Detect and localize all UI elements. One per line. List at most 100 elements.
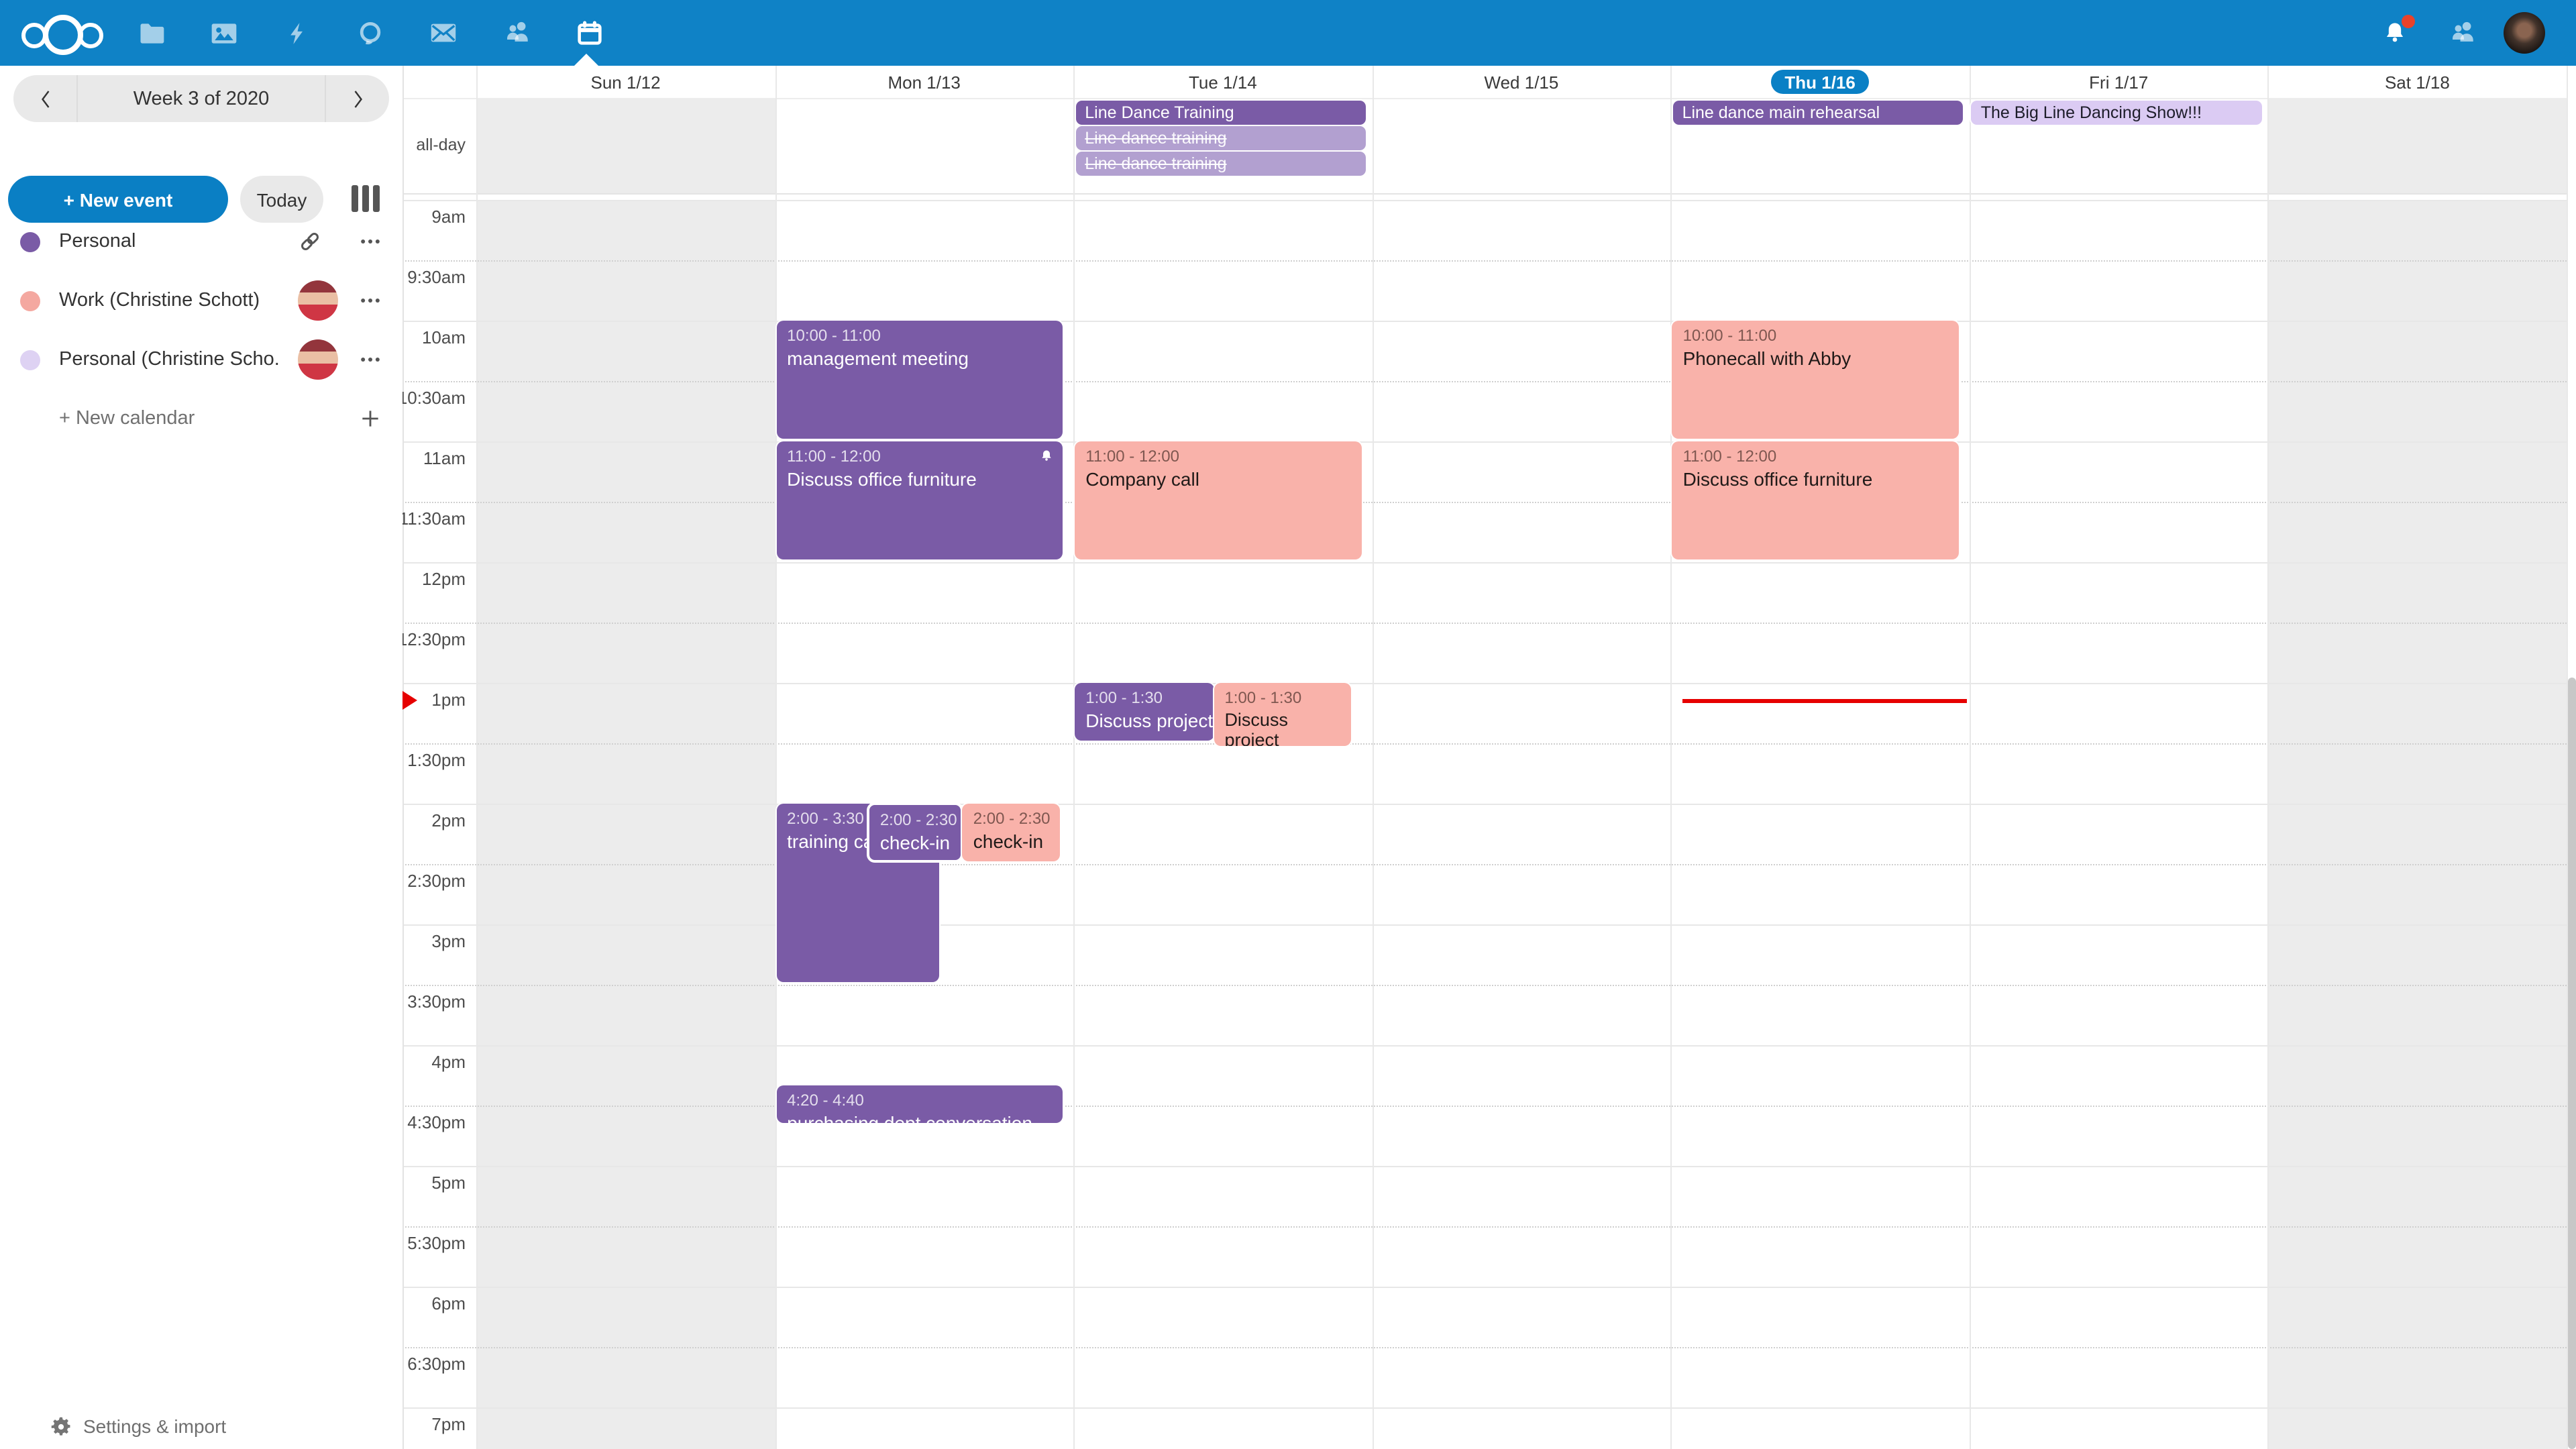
event-title: Discuss project announcement xyxy=(1085,710,1203,732)
allday-event[interactable]: Line Dance Training xyxy=(1075,101,1366,125)
grid-hour-line xyxy=(402,1407,2567,1409)
nextcloud-logo[interactable] xyxy=(21,13,99,52)
grid-hour-line xyxy=(402,200,2567,201)
event[interactable]: 1:00 - 1:30Discuss project announcement xyxy=(1214,683,1351,746)
grid-hour-line xyxy=(402,864,2567,865)
day-header-separator xyxy=(402,98,2567,99)
day-header-sun[interactable]: Sun 1/12 xyxy=(476,66,775,98)
calendar-name: Work (Christine Schott) xyxy=(59,271,260,330)
day-header-thu[interactable]: Thu 1/16 xyxy=(1671,66,1970,98)
event[interactable]: 2:00 - 2:30check-in xyxy=(963,804,1060,861)
share-link-icon[interactable] xyxy=(297,228,323,262)
grid-hour-line xyxy=(402,1226,2567,1228)
event-time: 11:00 - 12:00 xyxy=(787,447,1052,467)
event-title: management meeting xyxy=(787,347,1052,370)
logo-circle-right xyxy=(78,23,103,48)
top-bar xyxy=(0,0,2576,66)
event-title: check-in xyxy=(880,832,951,854)
event-title: Discuss office furniture xyxy=(787,468,1052,490)
event-time: 2:00 - 2:30 xyxy=(973,809,1049,829)
grid-hour-line xyxy=(402,562,2567,564)
day-column-divider xyxy=(1970,66,1971,1449)
calendar-name: Personal (Christine Scho... xyxy=(59,330,280,389)
event[interactable]: 11:00 - 12:00Company call xyxy=(1075,441,1361,559)
photos-app-icon[interactable] xyxy=(207,0,242,66)
grid-hour-line xyxy=(402,985,2567,986)
new-calendar-label: + New calendar xyxy=(59,389,195,448)
allday-event[interactable]: The Big Line Dancing Show!!! xyxy=(1972,101,2262,125)
grid-hour-line xyxy=(402,1106,2567,1107)
new-calendar-button[interactable]: + New calendar xyxy=(0,389,402,448)
previous-week-button[interactable] xyxy=(13,75,76,122)
files-app-icon[interactable] xyxy=(134,0,169,66)
grid-hour-line xyxy=(402,441,2567,443)
event-time: 10:00 - 11:00 xyxy=(787,326,1052,346)
event[interactable]: 4:20 - 4:40purchasing dept conversation xyxy=(776,1085,1063,1123)
week-view-toggle-icon[interactable] xyxy=(352,185,380,212)
event-title: purchasing dept conversation xyxy=(787,1112,1052,1123)
day-header-fri[interactable]: Fri 1/17 xyxy=(1970,66,2268,98)
week-navigation: Week 3 of 2020 xyxy=(13,75,389,122)
plus-icon[interactable] xyxy=(354,404,386,433)
event[interactable]: 10:00 - 11:00management meeting xyxy=(776,321,1063,439)
contacts-app-icon[interactable] xyxy=(499,0,534,66)
grid-hour-line xyxy=(402,683,2567,684)
allday-event[interactable]: Line dance training xyxy=(1075,126,1366,150)
calendar-menu-button[interactable] xyxy=(354,227,386,256)
activity-app-icon[interactable] xyxy=(280,0,315,66)
logo-circle-center xyxy=(43,15,83,55)
allday-event[interactable]: Line dance main rehearsal xyxy=(1673,101,1964,125)
event-title: Discuss office furniture xyxy=(1683,468,1948,490)
notifications-bell-icon[interactable] xyxy=(2377,0,2412,66)
week-label[interactable]: Week 3 of 2020 xyxy=(76,75,326,122)
event[interactable]: 10:00 - 11:00Phonecall with Abby xyxy=(1672,321,1959,439)
event[interactable]: 11:00 - 12:00Discuss office furniture xyxy=(1672,441,1959,559)
scrollbar-thumb[interactable] xyxy=(2568,678,2575,1449)
day-header-mon[interactable]: Mon 1/13 xyxy=(775,66,1073,98)
weekend-stripe xyxy=(2268,98,2567,193)
grid-hour-line xyxy=(402,1166,2567,1167)
day-header-tue[interactable]: Tue 1/14 xyxy=(1073,66,1372,98)
calendar-color-dot xyxy=(20,231,40,252)
current-time-line xyxy=(1683,699,1967,702)
talk-app-icon[interactable] xyxy=(353,0,388,66)
mail-app-icon[interactable] xyxy=(426,0,461,66)
gear-icon xyxy=(48,1414,74,1440)
calendar-menu-button[interactable] xyxy=(354,345,386,374)
calendar-menu-button[interactable] xyxy=(354,286,386,315)
day-header-wed[interactable]: Wed 1/15 xyxy=(1372,66,1670,98)
day-column-divider xyxy=(775,66,776,1449)
sidebar-calendar-item[interactable]: Work (Christine Schott) xyxy=(0,271,402,330)
calendar-color-dot xyxy=(20,290,40,311)
event[interactable]: 2:00 - 2:30check-in xyxy=(868,804,963,861)
day-column-divider xyxy=(1372,66,1373,1449)
reminder-bell-icon xyxy=(1038,447,1055,471)
grid-hour-line xyxy=(402,623,2567,624)
contacts-menu-icon[interactable] xyxy=(2445,0,2479,66)
event-time: 10:00 - 11:00 xyxy=(1683,326,1948,346)
event-time: 2:00 - 2:30 xyxy=(880,810,951,830)
event[interactable]: 1:00 - 1:30Discuss project announcement xyxy=(1075,683,1214,741)
notification-badge xyxy=(2402,15,2415,28)
day-column-divider xyxy=(476,66,478,1449)
event-time: 11:00 - 12:00 xyxy=(1683,447,1948,467)
allday-event[interactable]: Line dance training xyxy=(1075,152,1366,176)
settings-and-import[interactable]: Settings & import xyxy=(0,1397,402,1449)
next-week-button[interactable] xyxy=(326,75,389,122)
sidebar-calendar-item[interactable]: Personal (Christine Scho... xyxy=(0,330,402,389)
weekend-stripe xyxy=(476,98,775,193)
event[interactable]: 11:00 - 12:00Discuss office furniture xyxy=(776,441,1063,559)
grid-hour-line xyxy=(402,1287,2567,1288)
grid-hour-line xyxy=(402,381,2567,382)
current-time-arrow xyxy=(402,691,417,710)
shared-by-avatar-wrap xyxy=(298,339,338,380)
user-avatar[interactable] xyxy=(2504,12,2545,54)
event-title: Phonecall with Abby xyxy=(1683,347,1948,370)
shared-by-avatar-wrap xyxy=(298,280,338,321)
sidebar-calendar-item[interactable]: Personal xyxy=(0,212,402,271)
day-header-sat[interactable]: Sat 1/18 xyxy=(2268,66,2567,98)
grid-hour-line xyxy=(402,321,2567,322)
shared-by-avatar xyxy=(298,339,338,380)
grid-hour-line xyxy=(402,1347,2567,1348)
weekend-stripe xyxy=(476,200,775,1449)
